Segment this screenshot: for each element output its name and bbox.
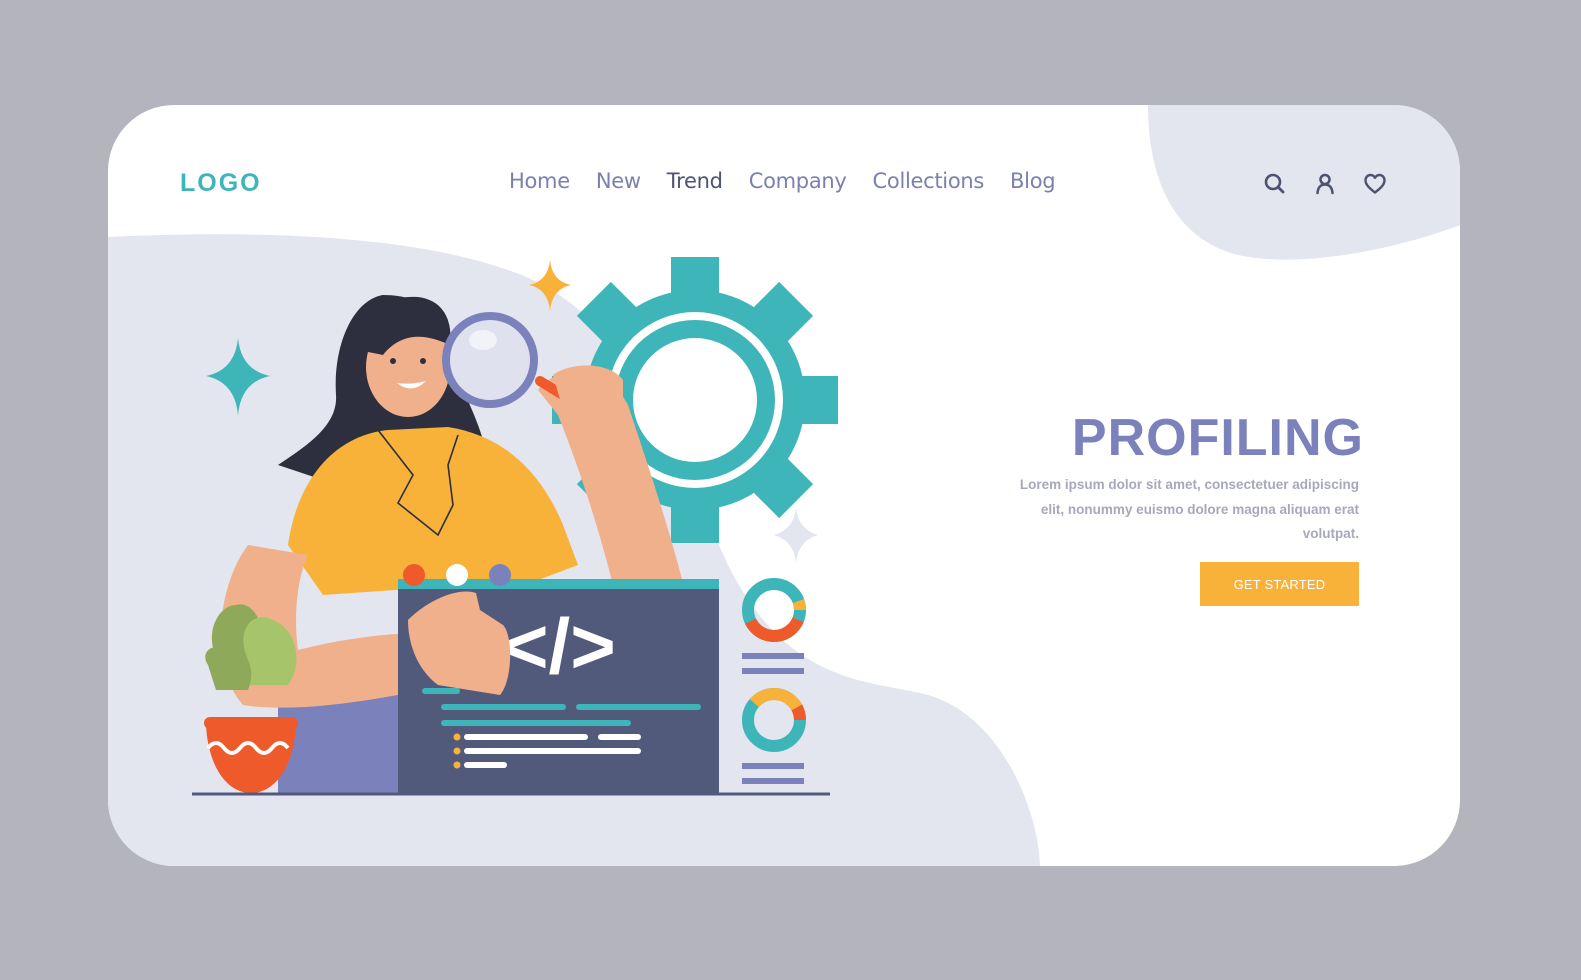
code-symbol: </> [503,602,616,690]
window-dot-purple [489,564,511,586]
legend-bar [742,668,804,674]
legend-bar [742,778,804,784]
get-started-button[interactable]: GET STARTED [1200,562,1359,606]
sparkle-teal-icon [206,338,270,415]
window-dot-red [403,564,425,586]
donut-chart-bottom-icon [742,688,806,752]
eye-right [420,358,426,364]
hero-title: PROFILING [1071,409,1364,467]
window-dot-white [446,564,468,586]
sparkle-yellow-icon [529,260,571,311]
donut-chart-top-icon [742,578,806,642]
hero-description: Lorem ipsum dolor sit amet, consectetuer… [1019,477,1359,541]
legend-bar [742,763,804,769]
eye-left [390,358,396,364]
landing-card: LOGO Home New Trend Company Collections … [108,105,1460,866]
legend-bar [742,653,804,659]
